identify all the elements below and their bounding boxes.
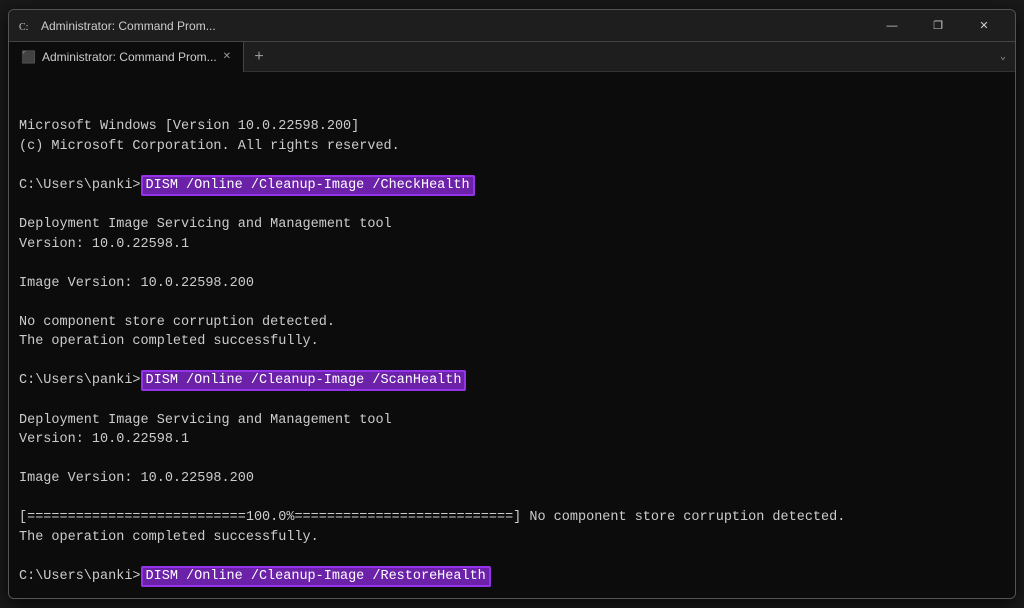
tab-dropdown-button[interactable]: ⌄ [991,42,1015,72]
console-text-line: Image Version: 10.0.22598.200 [19,469,1005,489]
console-prompt: C:\Users\panki> [19,569,141,584]
console-text-line: Deployment Image Servicing and Managemen… [19,215,1005,235]
cmd-icon: C: [17,18,33,34]
console-empty-line [19,450,1005,470]
console-command-highlight: DISM /Online /Cleanup-Image /RestoreHeal… [141,566,491,587]
console-text-line: [===========================100.0%======… [19,508,1005,528]
console-empty-line [19,352,1005,372]
console-prompt: C:\Users\panki> [19,373,141,388]
console-command-highlight: DISM /Online /Cleanup-Image /CheckHealth [141,175,475,196]
maximize-button[interactable]: ❐ [915,10,961,42]
console-empty-line [19,195,1005,215]
tab-close-icon[interactable]: ✕ [223,51,231,62]
new-tab-button[interactable]: + [244,42,274,72]
console-empty-line [19,254,1005,274]
console-command-highlight: DISM /Online /Cleanup-Image /ScanHealth [141,370,467,391]
cmd-window: C: Administrator: Command Prom... — ❐ ✕ … [8,9,1016,599]
window-title: Administrator: Command Prom... [41,19,869,33]
minimize-button[interactable]: — [869,10,915,42]
console-empty-line [19,293,1005,313]
console-text-line: Version: 10.0.22598.1 [19,430,1005,450]
console-text-line: (c) Microsoft Corporation. All rights re… [19,137,1005,157]
tab-cmd[interactable]: ⬛ Administrator: Command Prom... ✕ [9,42,244,72]
console-cmd-line: C:\Users\panki>DISM /Online /Cleanup-Ima… [19,176,1005,196]
console-empty-line [19,489,1005,509]
console-empty-line [19,548,1005,568]
console-text-line: The operation completed successfully. [19,528,1005,548]
titlebar: C: Administrator: Command Prom... — ❐ ✕ [9,10,1015,42]
close-button[interactable]: ✕ [961,10,1007,42]
tab-bar: ⬛ Administrator: Command Prom... ✕ + ⌄ [9,42,1015,72]
console-text-line: Image Version: 10.0.22598.200 [19,274,1005,294]
console-cmd-line: C:\Users\panki>DISM /Online /Cleanup-Ima… [19,567,1005,587]
console-empty-line [19,156,1005,176]
console-text-line: Microsoft Windows [Version 10.0.22598.20… [19,117,1005,137]
console-output[interactable]: Microsoft Windows [Version 10.0.22598.20… [9,72,1015,598]
console-text-line: No component store corruption detected. [19,313,1005,333]
window-controls: — ❐ ✕ [869,10,1007,42]
console-text-line: Version: 10.0.22598.1 [19,235,1005,255]
svg-text:C:: C: [19,22,28,33]
console-cmd-line: C:\Users\panki>DISM /Online /Cleanup-Ima… [19,371,1005,391]
tab-icon: ⬛ [21,50,36,64]
console-prompt: C:\Users\panki> [19,178,141,193]
console-empty-line [19,391,1005,411]
console-text-line: Deployment Image Servicing and Managemen… [19,411,1005,431]
console-text-line: The operation completed successfully. [19,332,1005,352]
console-empty-line [19,587,1005,598]
tab-label: Administrator: Command Prom... [42,50,217,64]
